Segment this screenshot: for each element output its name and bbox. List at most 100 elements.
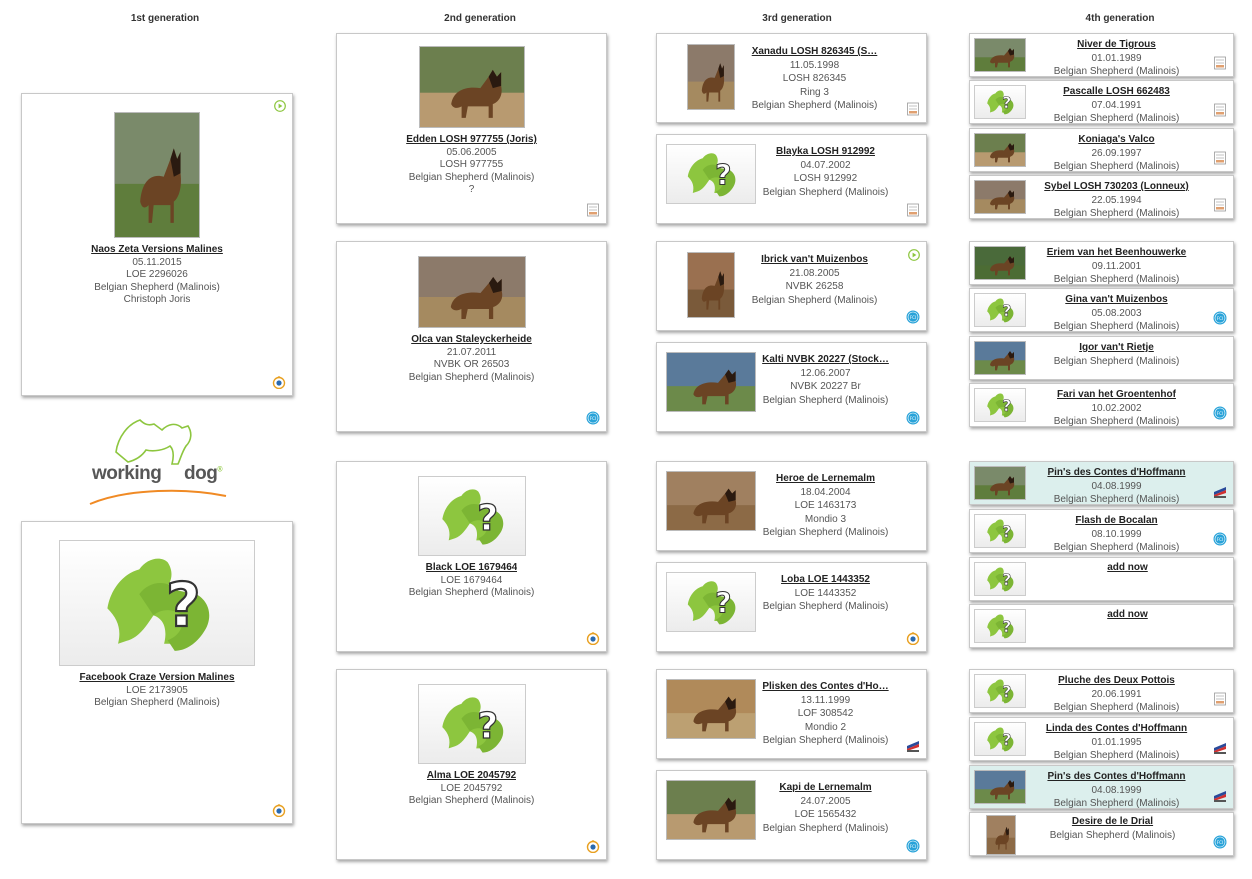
play-video-icon[interactable] <box>274 100 286 112</box>
svg-text:?: ? <box>1002 618 1011 636</box>
add-now-link[interactable]: add now <box>1026 609 1229 620</box>
dog-info: Gina van't Muizenbos 05.08.2003 Belgian Sh… <box>1026 293 1229 332</box>
dog-card[interactable]: ? Gina van't Muizenbos 05.08.2003 Belgian … <box>969 288 1234 332</box>
french-kennel-badge-icon <box>1213 740 1227 754</box>
dog-name-link[interactable]: Flash de Bocalan <box>1026 514 1207 528</box>
dog-name-link[interactable]: Pascalle LOSH 662483 <box>1026 85 1207 99</box>
dog-photo[interactable] <box>666 679 756 739</box>
dog-card[interactable]: Pin's des Contes d'Hoffmann 04.08.1999 Bel… <box>969 765 1234 809</box>
add-now-link[interactable]: add now <box>1026 562 1229 573</box>
placeholder-image[interactable]: ? <box>666 144 756 204</box>
dog-name-link[interactable]: Black LOE 1679464 <box>426 562 518 575</box>
dog-card[interactable]: Desire de le Drial Belgian Shepherd (Mali… <box>969 812 1234 856</box>
placeholder-image[interactable]: ? <box>974 674 1026 708</box>
placeholder-image[interactable]: ? <box>974 293 1026 327</box>
dog-name-link[interactable]: Koniaga's Valco <box>1026 133 1207 147</box>
dog-name-link[interactable]: Heroe de Lernemalm <box>756 472 895 486</box>
dog-card[interactable]: ? Flash de Bocalan 08.10.1999 Belgian Shep… <box>969 509 1234 553</box>
placeholder-image[interactable]: ? <box>974 85 1026 119</box>
dog-card[interactable]: Naos Zeta Versions Malines 05.11.2015 LOE … <box>21 93 293 396</box>
dog-name-link[interactable]: Niver de Tigrous <box>1026 38 1207 52</box>
dog-card[interactable]: ? Black LOE 1679464 LOE 1679464 Belgian Sh… <box>336 461 607 652</box>
dog-name-link[interactable]: Kalti NVBK 20227 (Stock… <box>756 353 895 367</box>
dog-photo[interactable] <box>974 246 1026 280</box>
svg-text:?: ? <box>1002 94 1011 112</box>
dog-photo[interactable] <box>418 46 525 128</box>
dog-card[interactable]: Koniaga's Valco 26.09.1997 Belgian Shepher… <box>969 128 1234 172</box>
dog-name-link[interactable]: Edden LOSH 977755 (Joris) <box>406 134 537 147</box>
dog-name-link[interactable]: Naos Zeta Versions Malines <box>91 244 223 257</box>
dog-name-link[interactable]: Pluche des Deux Pottois <box>1026 674 1207 688</box>
dog-card[interactable]: ? Pascalle LOSH 662483 07.04.1991 Belgian … <box>969 80 1234 124</box>
dog-card[interactable]: ? Alma LOE 2045792 LOE 2045792 Belgian She… <box>336 669 607 860</box>
dog-name-link[interactable]: Linda des Contes d'Hoffmann <box>1026 722 1207 736</box>
dog-name-link[interactable]: Plisken des Contes d'Ho… <box>756 680 895 694</box>
dog-photo[interactable] <box>687 44 735 110</box>
dog-detail: 21.08.2005 <box>789 267 840 279</box>
placeholder-image[interactable]: ? <box>666 572 756 632</box>
dog-name-link[interactable]: Igor van't Rietje <box>1026 341 1207 355</box>
dog-photo[interactable] <box>666 352 756 412</box>
dog-photo[interactable] <box>974 133 1026 167</box>
dog-name-link[interactable]: Gina van't Muizenbos <box>1026 293 1207 307</box>
dog-photo[interactable] <box>986 815 1016 855</box>
placeholder-image[interactable]: ? <box>974 722 1026 756</box>
dog-card[interactable]: ? Loba LOE 1443352 LOE 1443352 Belgian She… <box>656 562 927 652</box>
dog-card[interactable]: Kapi de Lernemalm 24.07.2005 LOE 1565432 Be… <box>656 770 927 860</box>
placeholder-image[interactable]: ? <box>974 562 1026 596</box>
dog-card[interactable]: ? Fari van het Groentenhof 10.02.2002 Belg… <box>969 383 1234 427</box>
dog-card[interactable]: Plisken des Contes d'Ho… 13.11.1999 LOF 30… <box>656 669 927 759</box>
dog-name-link[interactable]: Pin's des Contes d'Hoffmann <box>1026 466 1207 480</box>
dog-name-link[interactable]: Ibrick van't Muizenbos <box>735 253 894 267</box>
placeholder-image[interactable]: ? <box>59 540 255 666</box>
dog-name-link[interactable]: Sybel LOSH 730203 (Lonneux) <box>1026 180 1207 194</box>
dog-card[interactable]: Edden LOSH 977755 (Joris) 05.06.2005 LOSH … <box>336 33 607 224</box>
dog-photo[interactable] <box>417 256 526 328</box>
placeholder-image[interactable]: ? <box>417 684 526 764</box>
dog-name-link[interactable]: Olca van Staleyckerheide <box>411 334 532 347</box>
dog-photo[interactable] <box>974 341 1026 375</box>
dog-card[interactable]: Ibrick van't Muizenbos 21.08.2005 NVBK 262… <box>656 241 927 331</box>
dog-photo[interactable] <box>974 38 1026 72</box>
dog-photo[interactable] <box>974 466 1026 500</box>
add-dog-slot[interactable]: ? add now <box>969 557 1234 601</box>
dog-card[interactable]: Kalti NVBK 20227 (Stock… 12.06.2007 NVBK 2… <box>656 342 927 432</box>
dog-photo[interactable] <box>114 112 200 238</box>
dog-detail: Belgian Shepherd (Malinois) <box>1053 321 1180 332</box>
dog-card[interactable]: Olca van Staleyckerheide 21.07.2011 NVBK O… <box>336 241 607 432</box>
dog-photo[interactable] <box>687 252 735 318</box>
dog-name-link[interactable]: Alma LOE 2045792 <box>427 770 517 783</box>
dog-photo[interactable] <box>666 780 756 840</box>
dog-name-link[interactable]: Loba LOE 1443352 <box>756 573 895 587</box>
dog-card[interactable]: Sybel LOSH 730203 (Lonneux) 22.05.1994 Bel… <box>969 175 1234 219</box>
dog-name-link[interactable]: Kapi de Lernemalm <box>756 781 895 795</box>
add-dog-slot[interactable]: ? add now <box>969 604 1234 648</box>
placeholder-image[interactable]: ? <box>974 514 1026 548</box>
header-gen3: 3rd generation <box>762 13 832 24</box>
placeholder-image[interactable]: ? <box>417 476 526 556</box>
dog-name-link[interactable]: Desire de le Drial <box>1016 815 1209 829</box>
pedigree-doc-icon <box>1213 103 1227 117</box>
dog-name-link[interactable]: Blayka LOSH 912992 <box>756 145 895 159</box>
dog-card[interactable]: Igor van't Rietje Belgian Shepherd (Malin… <box>969 336 1234 380</box>
dog-card[interactable]: ? Facebook Craze Version Malines LOE 2173… <box>21 521 293 824</box>
dog-card[interactable]: ? Blayka LOSH 912992 04.07.2002 LOSH 91299… <box>656 134 927 224</box>
dog-card[interactable]: Heroe de Lernemalm 18.04.2004 LOE 1463173 M… <box>656 461 927 551</box>
placeholder-image[interactable]: ? <box>974 609 1026 643</box>
dog-name-link[interactable]: Facebook Craze Version Malines <box>79 672 234 685</box>
placeholder-image[interactable]: ? <box>974 388 1026 422</box>
dog-card[interactable]: ? Linda des Contes d'Hoffmann 01.01.1995 B… <box>969 717 1234 761</box>
dog-card[interactable]: Niver de Tigrous 01.01.1989 Belgian Shephe… <box>969 33 1234 77</box>
dog-card[interactable]: Eriem van het Beenhouwerke 09.11.2001 Belg… <box>969 241 1234 285</box>
dog-photo[interactable] <box>666 471 756 531</box>
dog-card[interactable]: Pin's des Contes d'Hoffmann 04.08.1999 Bel… <box>969 461 1234 505</box>
dog-name-link[interactable]: Fari van het Groentenhof <box>1026 388 1207 402</box>
dog-name-link[interactable]: Pin's des Contes d'Hoffmann <box>1026 770 1207 784</box>
dog-name-link[interactable]: Xanadu LOSH 826345 (S… <box>735 45 894 59</box>
dog-card[interactable]: Xanadu LOSH 826345 (S… 11.05.1998 LOSH 826… <box>656 33 927 123</box>
play-video-icon[interactable] <box>908 248 920 261</box>
dog-photo[interactable] <box>974 180 1026 214</box>
dog-card[interactable]: ? Pluche des Deux Pottois 20.06.1991 Belgi… <box>969 669 1234 713</box>
dog-photo[interactable] <box>974 770 1026 804</box>
dog-name-link[interactable]: Eriem van het Beenhouwerke <box>1026 246 1207 260</box>
